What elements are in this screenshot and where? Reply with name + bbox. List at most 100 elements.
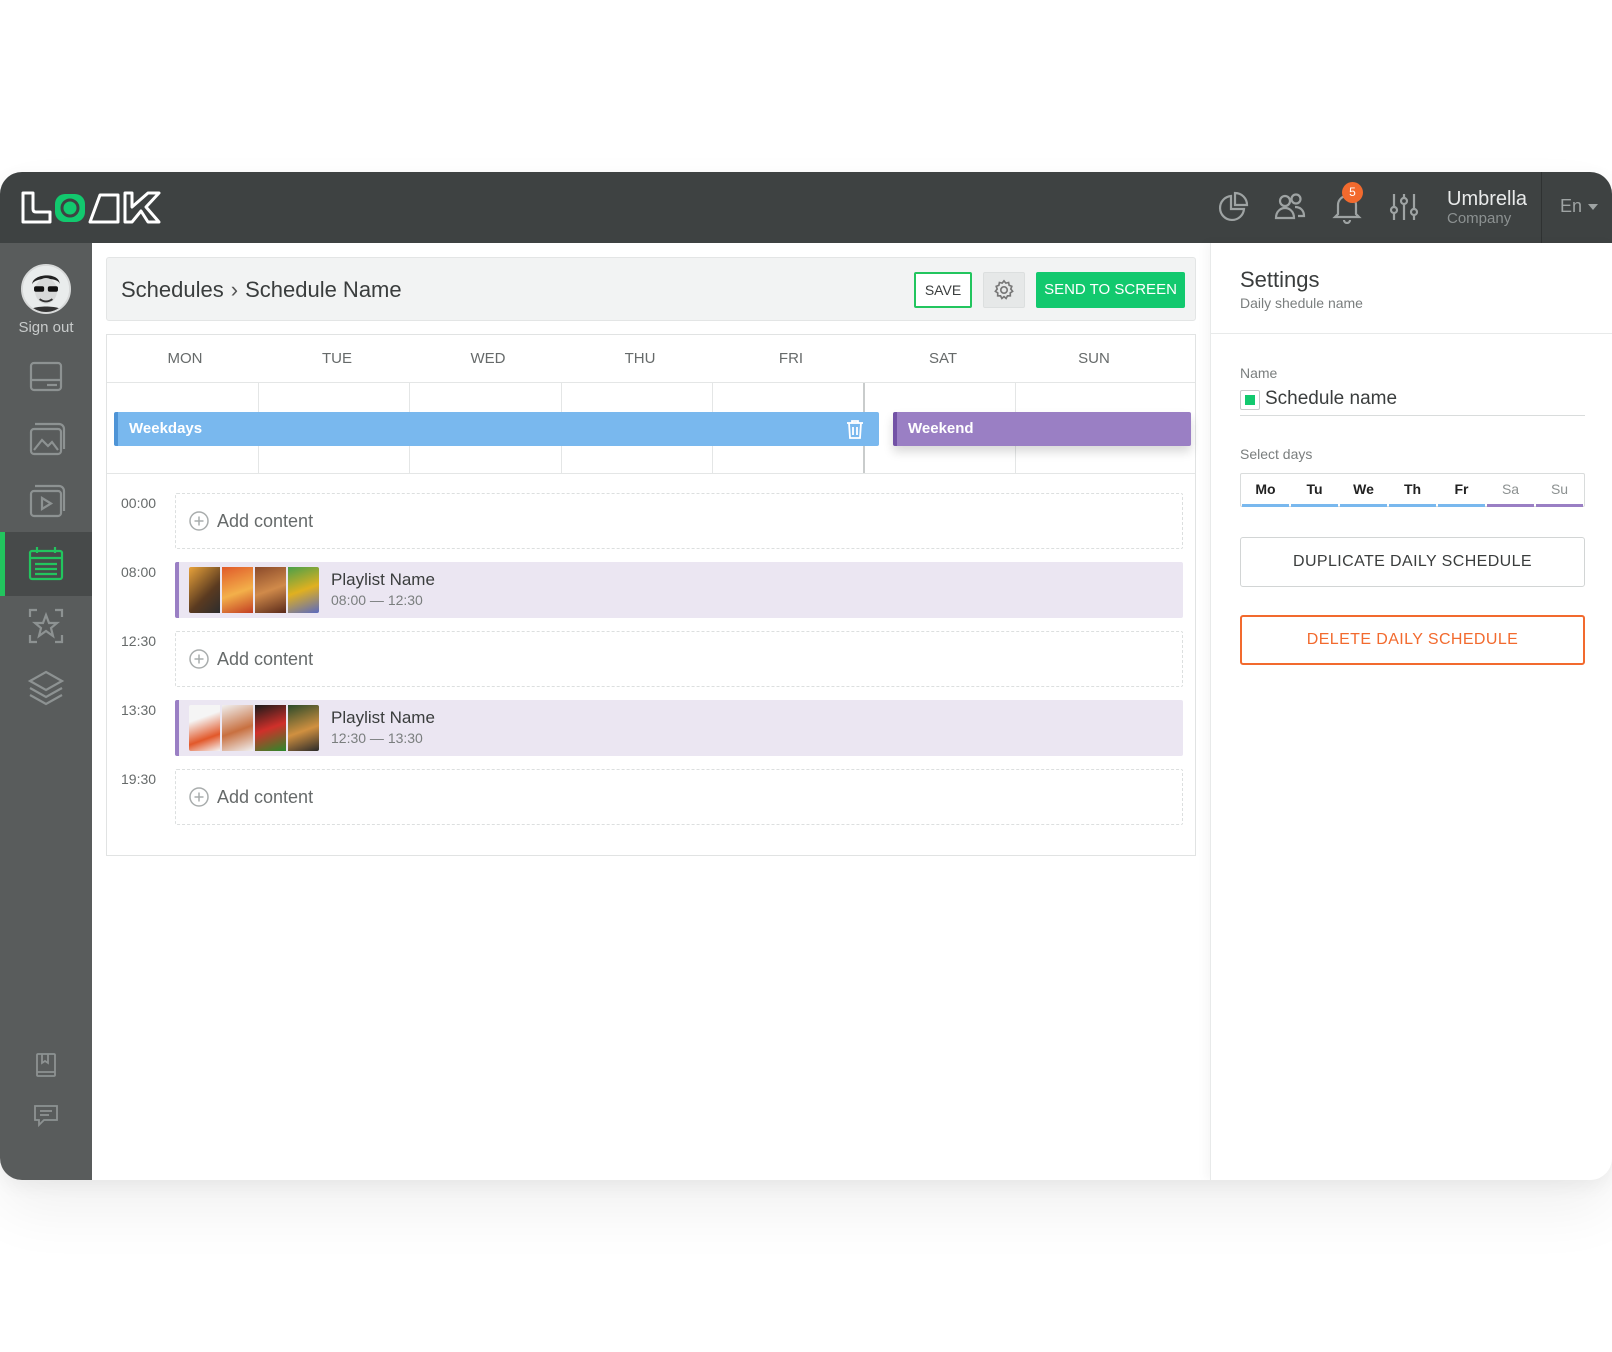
top-bar: 5 Umbrella Company En	[0, 172, 1612, 243]
breadcrumb-current: Schedule Name	[245, 277, 402, 302]
caret-down-icon	[1588, 204, 1599, 211]
sidebar-item-images[interactable]	[0, 408, 92, 472]
time-label: 19:30	[121, 771, 157, 787]
name-field[interactable]: Schedule name	[1240, 386, 1585, 416]
time-label: 00:00	[121, 495, 157, 511]
breadcrumb-root[interactable]: Schedules	[121, 277, 224, 302]
video-icon	[29, 484, 66, 518]
language-label: En	[1560, 196, 1583, 216]
time-label: 12:30	[121, 633, 157, 649]
playlist-time-range: 08:00 — 12:30	[331, 592, 423, 608]
calendar-divider	[107, 473, 1195, 474]
day-header-sat: SAT	[928, 350, 958, 367]
weekdays-schedule-bar[interactable]: Weekdays	[114, 412, 879, 446]
day-header-wed: WED	[470, 350, 506, 367]
sidebar-item-schedules[interactable]	[0, 532, 92, 596]
add-content-slot[interactable]: Add content	[175, 493, 1183, 549]
day-toggle-mo[interactable]: Mo	[1241, 474, 1290, 507]
day-toggle-sa[interactable]: Sa	[1486, 474, 1535, 507]
playlist-name: Playlist Name	[331, 708, 435, 727]
thumbnail-image	[222, 567, 253, 613]
name-value: Schedule name	[1265, 388, 1398, 409]
select-days-label: Select days	[1240, 446, 1313, 462]
playlist-time-range: 12:30 — 13:30	[331, 730, 423, 746]
topbar-divider	[1541, 172, 1542, 243]
weekend-label: Weekend	[908, 420, 974, 437]
day-header-fri: FRI	[778, 350, 804, 367]
day-toggle-th[interactable]: Th	[1388, 474, 1437, 507]
company-switcher[interactable]: Umbrella Company	[1447, 188, 1527, 228]
add-content-label: Add content	[217, 510, 314, 531]
look-logo[interactable]	[20, 189, 164, 227]
company-name: Umbrella	[1447, 188, 1528, 210]
notification-badge[interactable]: 5	[1342, 182, 1363, 203]
star-icon	[28, 608, 64, 644]
company-subtitle: Company	[1447, 210, 1512, 227]
breadcrumb: Schedules › Schedule Name	[121, 277, 402, 303]
analytics-icon[interactable]	[1216, 190, 1250, 224]
main-content: Schedules › Schedule Name SAVE SEND TO SCR…	[92, 243, 1210, 1180]
trash-icon[interactable]	[844, 418, 866, 440]
thumbnail-image	[222, 705, 253, 751]
weekdays-label: Weekdays	[129, 420, 203, 437]
add-content-slot[interactable]: Add content	[175, 769, 1183, 825]
save-button[interactable]: SAVE	[914, 272, 972, 308]
send-to-screen-button[interactable]: SEND TO SCREEN	[1036, 272, 1185, 308]
duplicate-daily-schedule-button[interactable]: DUPLICATE DAILY SCHEDULE	[1240, 537, 1585, 587]
day-toggle-tu[interactable]: Tu	[1290, 474, 1339, 507]
name-label: Name	[1240, 365, 1278, 381]
thumbnail-image	[255, 705, 286, 751]
sign-out-link[interactable]: Sign out	[0, 319, 92, 336]
add-content-label: Add content	[217, 648, 314, 669]
users-icon[interactable]	[1273, 190, 1307, 224]
day-selector: Mo Tu We Th Fr Sa Su	[1240, 473, 1585, 507]
calendar-icon	[28, 547, 64, 581]
thumbnail-image	[288, 705, 319, 751]
settings-subtitle: Daily shedule name	[1240, 295, 1363, 311]
sidebar-item-layers[interactable]	[0, 656, 92, 720]
day-header-mon: MON	[167, 350, 203, 367]
color-swatch[interactable]	[1240, 390, 1260, 410]
playlist-slot[interactable]: Playlist Name 08:00 — 12:30	[175, 562, 1183, 618]
image-icon	[29, 422, 66, 456]
sidebar-item-videos[interactable]	[0, 470, 92, 534]
sidebar-item-favorites[interactable]	[0, 594, 92, 658]
app-window: 5 Umbrella Company En Sign out Schedules…	[0, 172, 1612, 1180]
language-select[interactable]: En	[1560, 196, 1599, 217]
day-toggle-we[interactable]: We	[1339, 474, 1388, 507]
sidebar-item-screens[interactable]	[0, 346, 92, 410]
weekend-schedule-bar[interactable]: Weekend	[893, 412, 1191, 446]
sidebar-item-chat[interactable]	[0, 1083, 92, 1147]
settings-button[interactable]	[983, 272, 1025, 308]
playlist-thumbnails	[189, 567, 319, 613]
day-header-sun: SUN	[1078, 350, 1110, 367]
playlist-slot[interactable]: Playlist Name 12:30 — 13:30	[175, 700, 1183, 756]
thumbnail-image	[189, 567, 220, 613]
gear-icon	[994, 279, 1014, 300]
sliders-icon[interactable]	[1387, 190, 1421, 224]
avatar[interactable]	[21, 264, 71, 314]
plus-circle-icon	[189, 511, 209, 531]
playlist-thumbnails	[189, 705, 319, 751]
chat-icon	[34, 1105, 58, 1128]
day-toggle-fr[interactable]: Fr	[1437, 474, 1486, 507]
thumbnail-image	[189, 705, 220, 751]
add-content-slot[interactable]: Add content	[175, 631, 1183, 687]
thumbnail-image	[255, 567, 286, 613]
time-label: 13:30	[121, 702, 157, 718]
sidebar: Sign out	[0, 243, 92, 1180]
layers-icon	[27, 670, 65, 706]
breadcrumb-separator: ›	[230, 277, 239, 302]
calendar-divider	[107, 382, 1195, 383]
settings-divider	[1211, 333, 1612, 334]
thumbnail-image	[288, 567, 319, 613]
week-calendar: MON TUE WED THU FRI SAT SUN Weekdays Wee…	[106, 334, 1196, 856]
settings-panel: Settings Daily shedule name Name Schedul…	[1210, 243, 1612, 1180]
day-toggle-su[interactable]: Su	[1535, 474, 1584, 507]
book-icon	[36, 1053, 56, 1077]
plus-circle-icon	[189, 649, 209, 669]
playlist-name: Playlist Name	[331, 570, 435, 589]
screen-icon	[29, 361, 63, 392]
delete-daily-schedule-button[interactable]: DELETE DAILY SCHEDULE	[1240, 615, 1585, 665]
settings-title: Settings	[1240, 267, 1320, 292]
